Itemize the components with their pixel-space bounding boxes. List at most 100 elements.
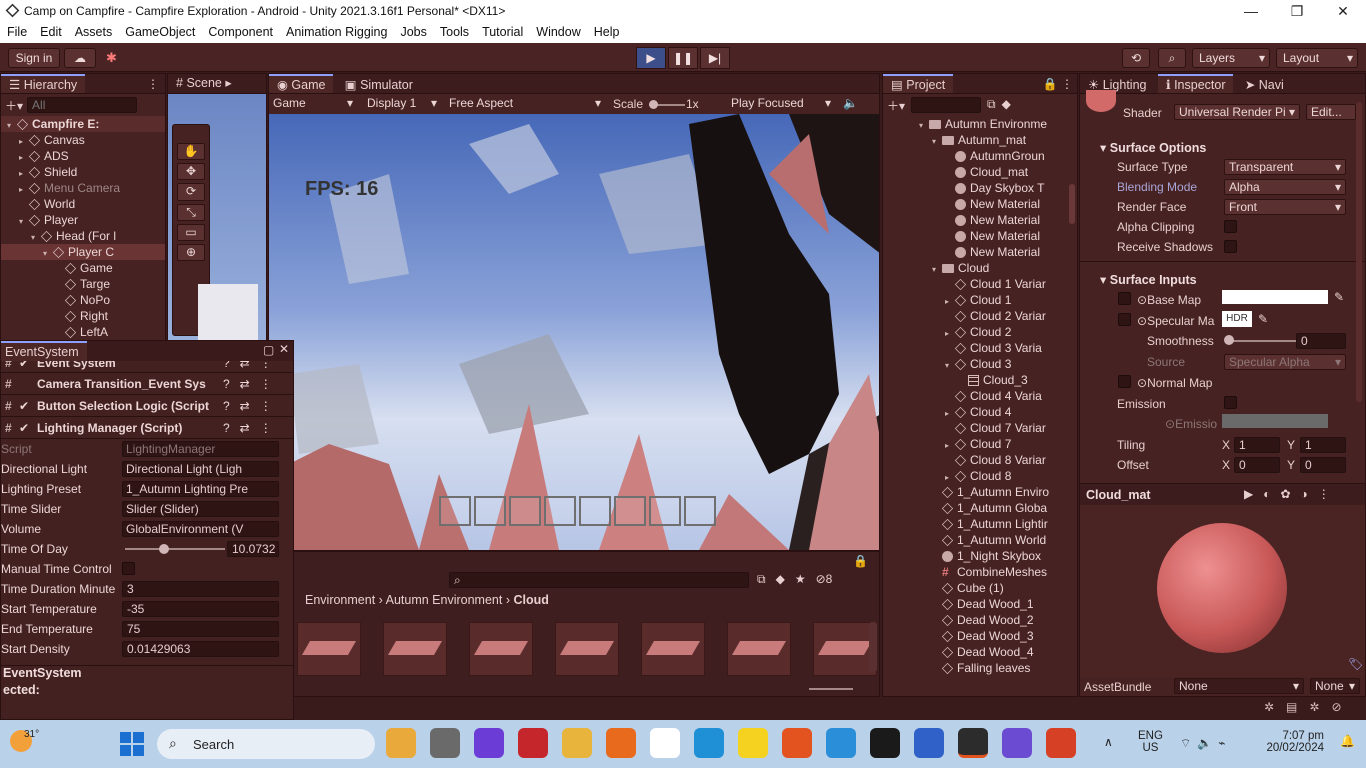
project-search-input[interactable]: ⌕	[449, 572, 749, 588]
project-item[interactable]: ▸ Cloud 8	[883, 468, 1077, 484]
cloud-icon[interactable]: ☁	[64, 48, 96, 68]
maximize-window-icon[interactable]: ▢	[263, 343, 274, 357]
scale-slider-handle[interactable]	[649, 100, 658, 109]
edge-icon[interactable]	[694, 728, 724, 758]
hierarchy-item[interactable]: NoPo	[1, 292, 165, 308]
normal-map-slot[interactable]	[1118, 375, 1131, 388]
brave-icon[interactable]	[782, 728, 812, 758]
game-mode-dropdown[interactable]: Game ▾	[269, 96, 357, 112]
zoom-slider[interactable]	[809, 688, 853, 690]
mcafee-icon[interactable]	[518, 728, 548, 758]
emission-checkbox[interactable]	[1224, 396, 1237, 409]
add-icon[interactable]: ＋▾	[5, 97, 23, 113]
emission-color[interactable]	[1222, 414, 1328, 428]
expand-arrow-icon[interactable]: ▸	[19, 134, 29, 148]
pause-button[interactable]: ❚❚	[668, 47, 698, 69]
scale-tool-icon[interactable]: ⤡	[177, 203, 205, 221]
project-item[interactable]: ▸ Cloud 2	[883, 324, 1077, 340]
project-item[interactable]: Cloud 1 Variar	[883, 276, 1077, 292]
component-header[interactable]: # ✔ Lighting Manager (Script) ?⇄⋮	[1, 417, 293, 439]
menu-item[interactable]: Component	[201, 23, 279, 39]
hierarchy-item[interactable]: ▸ Menu Camera	[1, 180, 165, 196]
hotbar-slot[interactable]	[474, 496, 506, 526]
minimize-icon[interactable]: —	[1228, 1, 1274, 23]
hierarchy-item[interactable]: ▾ Head (For l	[1, 228, 165, 244]
tab-scene[interactable]: # Scene ▸	[168, 74, 240, 93]
rotate-tool-icon[interactable]: ⟳	[177, 183, 205, 201]
firefox-icon[interactable]	[606, 728, 636, 758]
material-preview[interactable]: 🏷	[1080, 505, 1365, 677]
component-controls[interactable]: ?⇄⋮	[223, 361, 282, 369]
hierarchy-item[interactable]: ▸ ADS	[1, 148, 165, 164]
expand-arrow-icon[interactable]: ▸	[945, 470, 955, 484]
lock-icon[interactable]: 🔒	[853, 554, 868, 568]
source-dropdown[interactable]: Specular Alpha ▾	[1224, 354, 1346, 370]
component-controls[interactable]: ?⇄⋮	[223, 395, 282, 416]
project-item[interactable]: Cloud 7 Variar	[883, 420, 1077, 436]
hotbar-slot[interactable]	[509, 496, 541, 526]
task-view-icon[interactable]	[430, 728, 460, 758]
project-item[interactable]: 1_Autumn Globa	[883, 500, 1077, 516]
expand-arrow-icon[interactable]: ▾	[932, 262, 942, 276]
project-item[interactable]: # CombineMeshes	[883, 564, 1077, 580]
expand-arrow-icon[interactable]: ▾	[932, 134, 942, 148]
expand-arrow-icon[interactable]: ▾	[919, 118, 929, 132]
file-explorer-icon[interactable]	[562, 728, 592, 758]
render-face-dropdown[interactable]: Front ▾	[1224, 199, 1346, 215]
expand-arrow-icon[interactable]: ▾	[7, 118, 17, 132]
project-item[interactable]: Dead Wood_4	[883, 644, 1077, 660]
project-item[interactable]: ▾ Autumn Environme	[883, 116, 1077, 132]
brave-beta-icon[interactable]	[1046, 728, 1076, 758]
expand-arrow-icon[interactable]: ▾	[19, 214, 29, 228]
layers-dropdown[interactable]: Layers ▾	[1192, 48, 1270, 68]
hotbar-slot[interactable]	[439, 496, 471, 526]
project-item[interactable]: Cloud 2 Variar	[883, 308, 1077, 324]
hierarchy-item[interactable]: ▾ Player	[1, 212, 165, 228]
visual-studio-icon[interactable]	[1002, 728, 1032, 758]
property-value-field[interactable]: 75	[122, 621, 279, 637]
menu-item[interactable]: Animation Rigging	[279, 23, 393, 39]
tab-simulator[interactable]: ▣ Simulator	[337, 76, 421, 93]
search-by-label-icon[interactable]: ◆	[1002, 97, 1011, 113]
project-item[interactable]: Dead Wood_3	[883, 628, 1077, 644]
expand-arrow-icon[interactable]: ▸	[19, 182, 29, 196]
project-item[interactable]: Day Skybox T	[883, 180, 1077, 196]
move-tool-icon[interactable]: ✥	[177, 163, 205, 181]
expand-arrow-icon[interactable]: ▾	[31, 230, 41, 244]
asset-thumbnail[interactable]	[469, 622, 533, 676]
property-value-field[interactable]: LightingManager	[122, 441, 279, 457]
property-value-field[interactable]: Slider (Slider)	[122, 501, 279, 517]
eyedropper-icon[interactable]: ✎	[1258, 312, 1268, 326]
search-icon[interactable]: ⌕	[1158, 48, 1186, 68]
hierarchy-search-input[interactable]	[27, 97, 138, 113]
assetbundle-dropdown[interactable]: None ▾	[1174, 678, 1304, 694]
receive-shadows-checkbox[interactable]	[1224, 240, 1237, 253]
component-header[interactable]: # ✔ Event System ?⇄⋮	[1, 361, 293, 373]
hotbar-slot[interactable]	[614, 496, 646, 526]
component-enabled-checkbox[interactable]: ✔	[19, 361, 37, 369]
sign-in-button[interactable]: Sign in	[8, 48, 60, 68]
tab-eventsystem[interactable]: EventSystem	[1, 341, 87, 361]
step-button[interactable]: ▶|	[700, 47, 730, 69]
hierarchy-item[interactable]: ▸ Canvas	[1, 132, 165, 148]
taskbar-search[interactable]: ⌕ Search	[157, 729, 375, 759]
hierarchy-item[interactable]: Game	[1, 260, 165, 276]
copilot-icon[interactable]	[386, 728, 416, 758]
preview-controls[interactable]: ▶◐✿◑⋮	[1244, 487, 1340, 501]
play-focus-dropdown[interactable]: Play Focused ▾	[727, 96, 835, 112]
expand-arrow-icon[interactable]: ▸	[945, 406, 955, 420]
offset-y-field[interactable]: 0	[1300, 457, 1346, 473]
start-button[interactable]	[120, 732, 144, 756]
menu-item[interactable]: GameObject	[118, 23, 201, 39]
media-player-icon[interactable]	[650, 728, 680, 758]
breadcrumb-item[interactable]: Environment	[305, 593, 375, 607]
favorite-icon[interactable]: ★	[795, 572, 806, 587]
hotbar-slot[interactable]	[544, 496, 576, 526]
binance-icon[interactable]	[870, 728, 900, 758]
myhp-icon[interactable]	[914, 728, 944, 758]
expand-arrow-icon[interactable]: ▸	[945, 294, 955, 308]
help-icon[interactable]	[826, 728, 856, 758]
aspect-dropdown[interactable]: Free Aspect ▾	[445, 96, 605, 112]
project-item[interactable]: ▸ Cloud 1	[883, 292, 1077, 308]
menu-item[interactable]: Window	[529, 23, 586, 39]
